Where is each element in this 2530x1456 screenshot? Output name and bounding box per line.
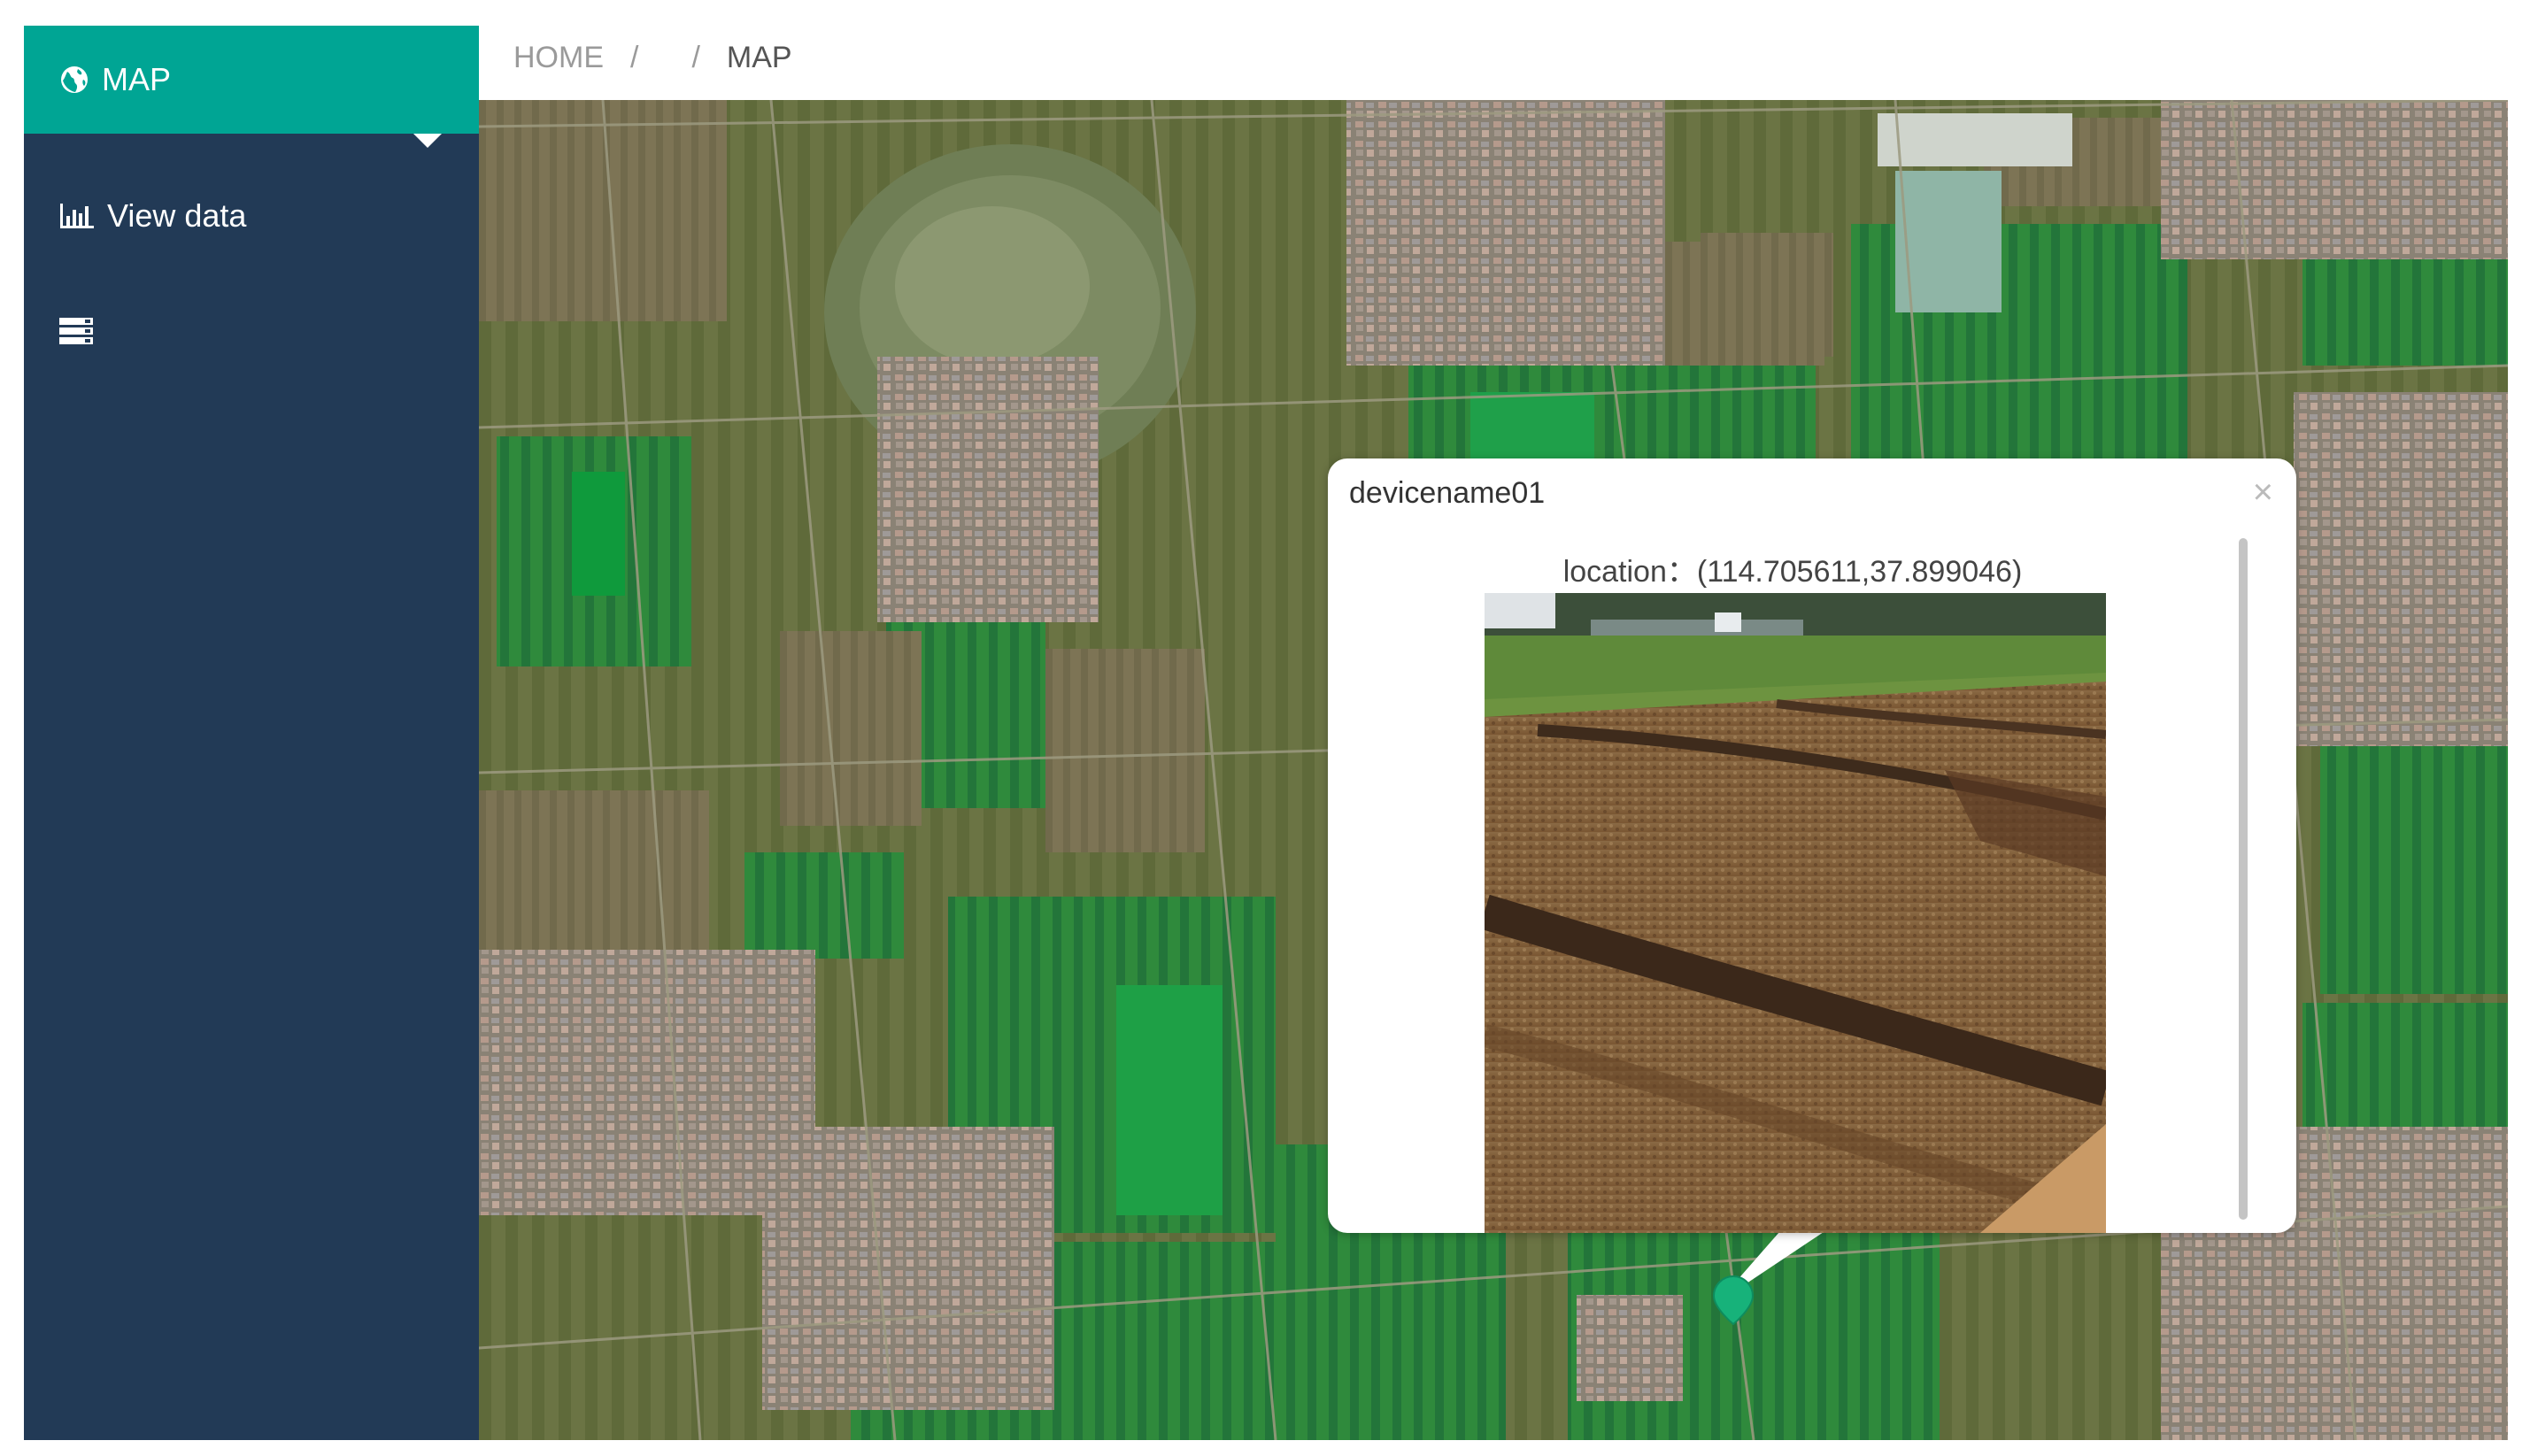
device-info-popup: devicename01 × location：(114.705611,37.8… [1328, 458, 2296, 1233]
popup-title: devicename01 [1349, 476, 1546, 510]
map-marker-icon[interactable] [1710, 1275, 1756, 1326]
sidebar-item-view-data[interactable]: View data [24, 167, 479, 265]
device-photo [1485, 593, 2106, 1233]
location-label: location： [1562, 555, 1697, 589]
breadcrumb-separator: / [691, 40, 700, 74]
sidebar-item-server[interactable] [24, 282, 479, 380]
breadcrumb: HOME / / MAP [513, 35, 792, 80]
breadcrumb-separator: / [630, 40, 639, 74]
device-location: location：(114.705611,37.899046) [1328, 547, 2257, 590]
bar-chart-icon [59, 202, 95, 230]
active-indicator-caret [413, 134, 442, 148]
popup-scrollbar[interactable] [2239, 538, 2248, 1220]
globe-icon [59, 65, 89, 95]
sidebar-item-label: View data [107, 197, 247, 234]
breadcrumb-current: MAP [726, 40, 792, 74]
server-icon [59, 317, 93, 345]
sidebar: MAP View data [24, 26, 479, 1440]
sidebar-item-map[interactable]: MAP [24, 26, 479, 148]
close-icon[interactable]: × [2253, 474, 2273, 510]
breadcrumb-home-link[interactable]: HOME [513, 41, 604, 75]
app-window: MAP View data HOME / / MAP devicename01 … [0, 0, 2530, 1456]
sidebar-item-label: MAP [102, 61, 172, 97]
location-value: (114.705611,37.899046) [1696, 555, 2023, 589]
